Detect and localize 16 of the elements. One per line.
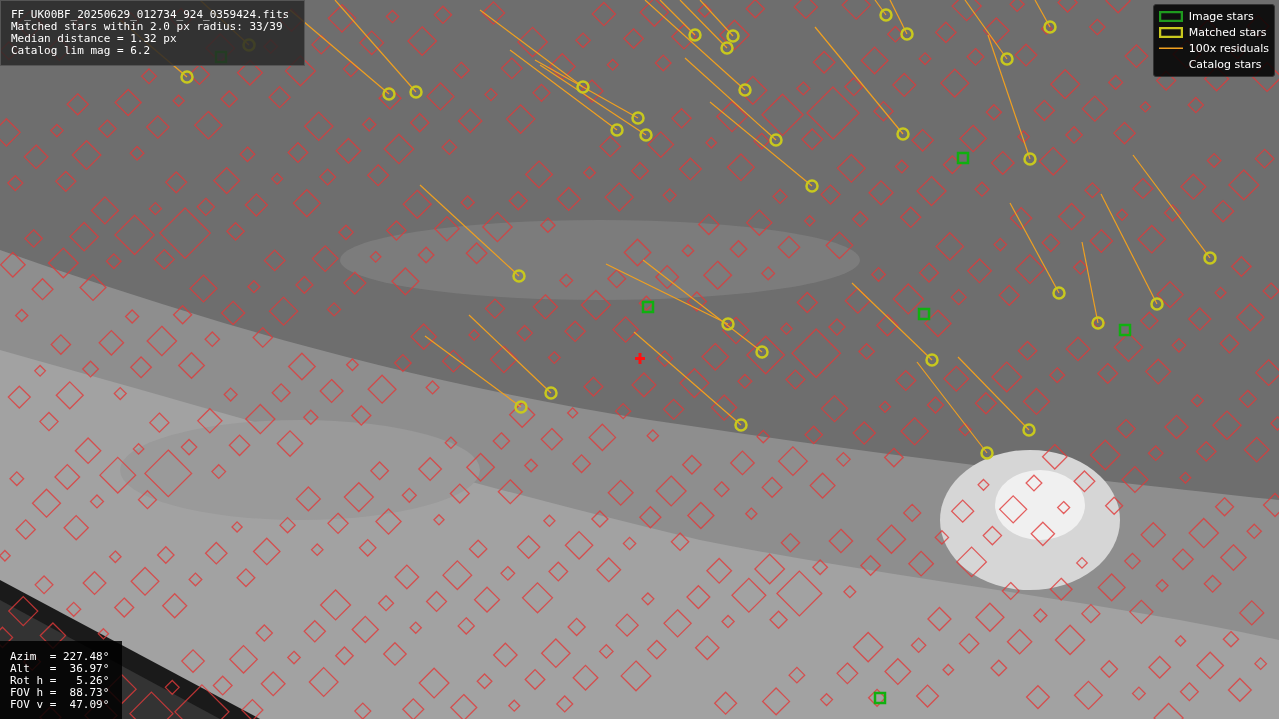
residual-line-icon xyxy=(1158,47,1183,50)
info-text: FF_UK00BF_20250629_012734_924_0359424.fits xyxy=(11,9,291,21)
pointing-text: FOV v = 47.09° xyxy=(10,699,111,711)
image-star-swatch-icon xyxy=(1158,11,1183,22)
pointing-text: Rot h = 5.26° xyxy=(10,675,111,687)
info-text: Catalog lim mag = 6.2 xyxy=(11,45,152,57)
legend-label: Image stars xyxy=(1188,10,1254,23)
legend-label: Matched stars xyxy=(1188,26,1267,39)
legend-label: Catalog stars xyxy=(1188,58,1262,71)
info-text: Median distance = 1.32 px xyxy=(11,33,178,45)
legend-label: 100x residuals xyxy=(1188,42,1269,55)
pointing-text: FOV h = 88.73° xyxy=(10,687,111,699)
matched-star-swatch-icon xyxy=(1158,27,1183,38)
pointing-text: Alt = 36.97° xyxy=(10,663,111,675)
pointing-text: Azim = 227.48° xyxy=(10,651,111,663)
info-text: Matched stars within 2.0 px radius: 33/39 xyxy=(11,21,283,33)
